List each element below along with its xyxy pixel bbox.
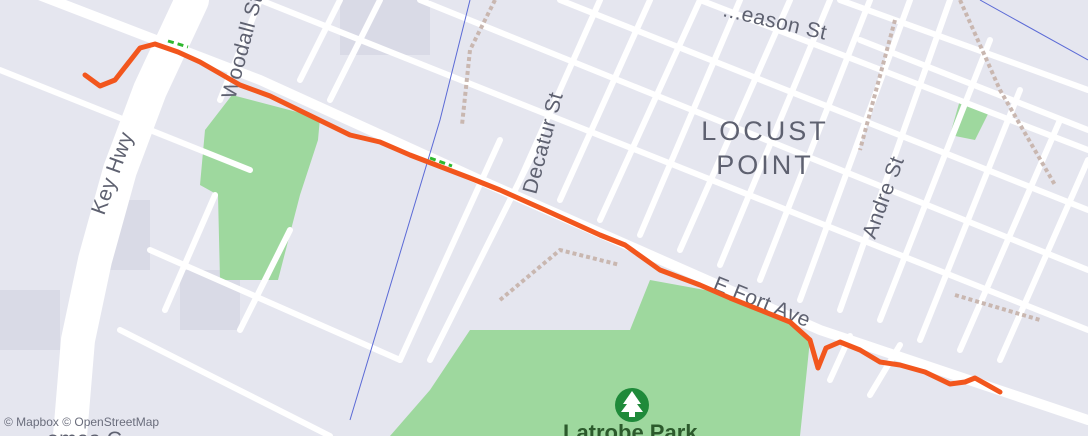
label-bottom-left-street: ...omas C... (28, 428, 141, 436)
map-attribution[interactable]: © Mapbox © OpenStreetMap (4, 415, 159, 429)
map-canvas: Key Hwy Woodall St Decatur St Andre St E… (0, 0, 1088, 436)
area-label-line1: LOCUST (701, 116, 829, 146)
park-name-label: Latrobe Park (563, 420, 698, 436)
area-label-line2: POINT (716, 150, 814, 180)
park-marker[interactable] (615, 388, 649, 422)
map-view[interactable]: Key Hwy Woodall St Decatur St Andre St E… (0, 0, 1088, 436)
attribution-text: © Mapbox © OpenStreetMap (4, 415, 160, 429)
